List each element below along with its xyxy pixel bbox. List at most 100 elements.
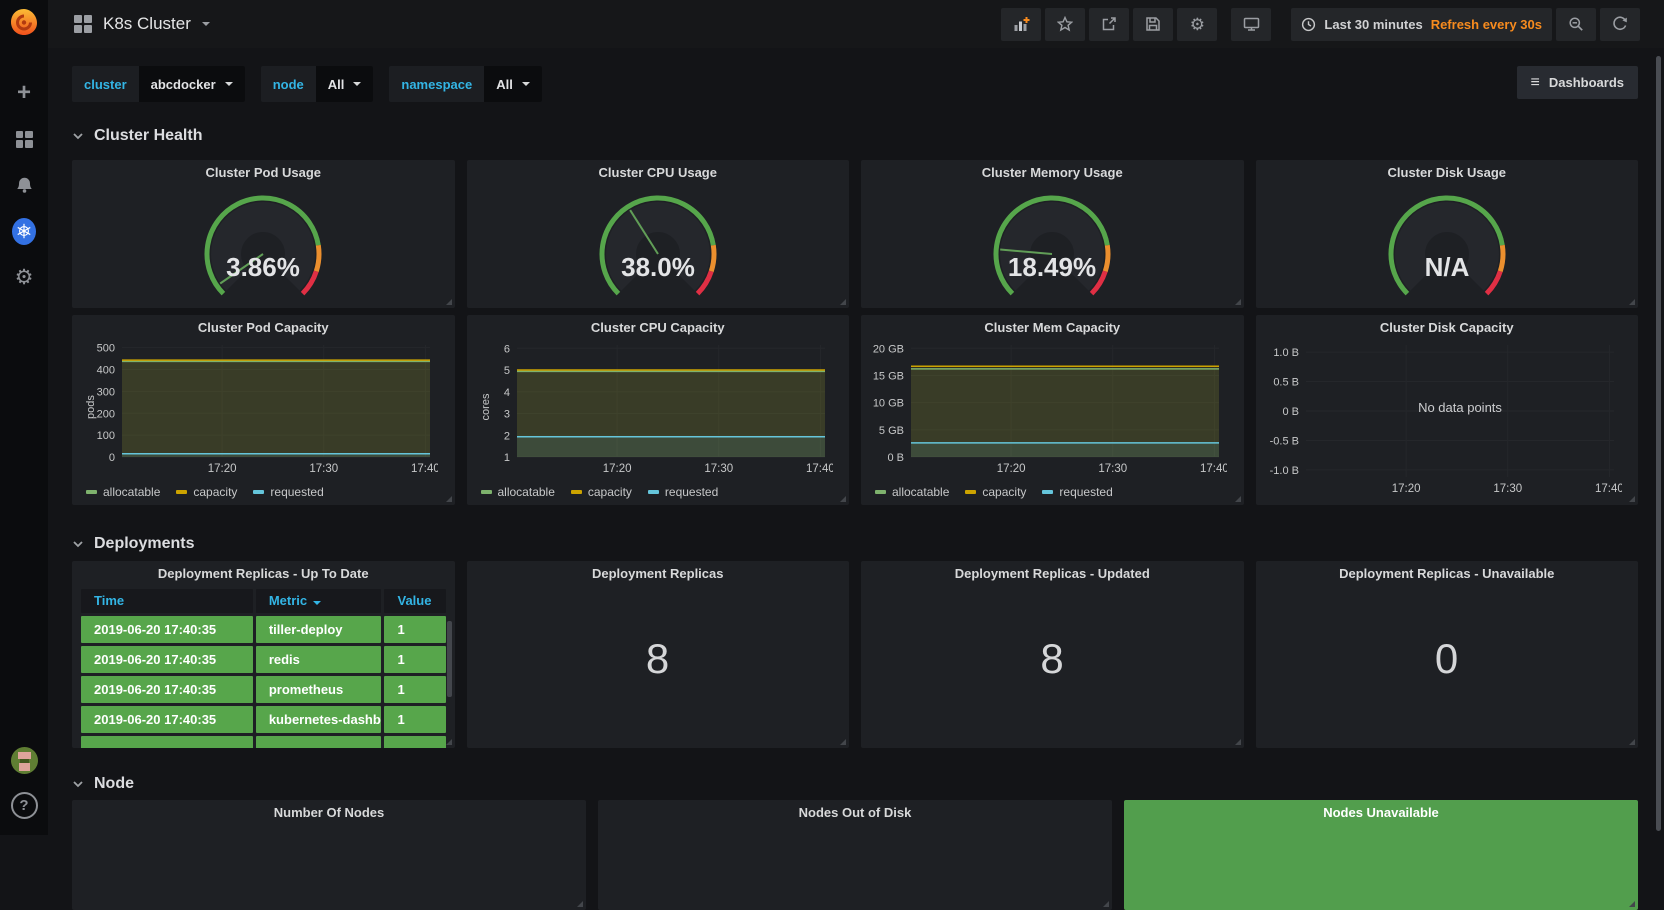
panel-title[interactable]: Nodes Out of Disk	[598, 800, 1112, 824]
dashboard-settings-button[interactable]: ⚙	[1177, 7, 1218, 41]
panel-nodes-out-of-disk: Nodes Out of Disk	[598, 800, 1112, 910]
svg-text:2: 2	[503, 430, 509, 442]
panel-title[interactable]: Deployment Replicas	[467, 561, 850, 585]
svg-text:1.0 B: 1.0 B	[1273, 347, 1299, 359]
dashboards-grid-icon[interactable]	[12, 127, 36, 151]
legend-item[interactable]: allocatable	[86, 485, 160, 499]
table-cell	[384, 736, 446, 748]
zoom-out-icon	[1569, 17, 1583, 31]
variable-namespace-value[interactable]: All	[484, 66, 542, 102]
share-button[interactable]	[1089, 7, 1130, 41]
panel-title[interactable]: Cluster CPU Usage	[467, 160, 850, 184]
panel-title[interactable]: Cluster CPU Capacity	[467, 315, 850, 339]
legend-item[interactable]: requested	[253, 485, 324, 499]
panel-cluster-cpu-usage: Cluster CPU Usage 38.0%	[466, 160, 850, 308]
svg-text:17:40: 17:40	[411, 463, 438, 475]
save-button[interactable]	[1133, 7, 1174, 41]
chevron-down-icon	[73, 541, 83, 548]
svg-text:N/A: N/A	[1424, 252, 1469, 282]
variable-cluster-label: cluster	[84, 76, 127, 92]
cycle-view-button[interactable]	[1231, 7, 1272, 41]
add-panel-icon	[1014, 16, 1030, 31]
svg-text:17:20: 17:20	[602, 463, 631, 475]
variable-node: node All	[260, 66, 374, 102]
legend-item[interactable]: capacity	[176, 485, 237, 499]
table-scrollbar[interactable]	[446, 621, 452, 697]
grafana-logo-icon[interactable]	[8, 7, 40, 39]
table-cell: 2019-06-20 17:40:35	[81, 646, 253, 673]
node-row: Number Of Nodes Nodes Out of Disk Nodes …	[72, 800, 1638, 910]
table-row: 2019-06-20 17:40:35 tiller-deploy 1	[81, 616, 446, 643]
refresh-icon	[1613, 16, 1627, 31]
table-cell: 1	[384, 616, 446, 643]
section-node[interactable]: Node	[72, 775, 134, 793]
zoom-out-button[interactable]	[1556, 7, 1596, 41]
panel-title[interactable]: Number Of Nodes	[72, 800, 586, 824]
column-header-metric[interactable]: Metric	[255, 589, 382, 613]
section-cluster-health[interactable]: Cluster Health	[72, 127, 202, 145]
table-cell: 1	[384, 706, 446, 733]
svg-text:17:30: 17:30	[1493, 483, 1522, 495]
gauge-row: Cluster Pod Usage 3.86% Cluster CPU Usag…	[72, 160, 1638, 308]
section-deployments[interactable]: Deployments	[72, 535, 194, 553]
column-header-value[interactable]: Value	[384, 589, 446, 613]
panel-title[interactable]: Cluster Pod Usage	[72, 160, 455, 184]
variable-cluster-value[interactable]: abcdocker	[138, 66, 245, 102]
panel-title[interactable]: Deployment Replicas - Unavailable	[1256, 561, 1639, 585]
legend-item[interactable]: capacity	[570, 485, 632, 499]
panel-deployment-replicas: Deployment Replicas 8	[466, 561, 850, 748]
dashboard-title[interactable]: K8s Cluster	[103, 14, 191, 34]
chevron-down-icon	[353, 82, 362, 86]
help-icon[interactable]: ?	[10, 792, 38, 819]
title-caret-icon[interactable]	[201, 22, 210, 26]
table-cell: 2019-06-20 17:40:35	[81, 616, 253, 643]
panel-title[interactable]: Deployment Replicas - Up To Date	[72, 561, 455, 585]
user-avatar[interactable]	[10, 747, 38, 774]
refresh-button[interactable]	[1600, 7, 1640, 41]
svg-text:-1.0 B: -1.0 B	[1269, 465, 1298, 477]
svg-text:17:30: 17:30	[309, 463, 338, 475]
kubernetes-plugin-icon[interactable]	[12, 217, 36, 245]
column-header-time[interactable]: Time	[81, 589, 253, 613]
variables-row: cluster abcdocker node All namespace All…	[72, 66, 1638, 102]
add-panel-button[interactable]	[1001, 7, 1042, 41]
panel-title[interactable]: Cluster Memory Usage	[861, 160, 1244, 184]
legend-item[interactable]: requested	[1042, 485, 1113, 499]
svg-text:38.0%: 38.0%	[621, 252, 695, 282]
sidebar: + ⚙ ?	[0, 0, 48, 835]
panel-title[interactable]: Cluster Disk Capacity	[1256, 315, 1639, 339]
panel-title[interactable]: Cluster Disk Usage	[1256, 160, 1639, 184]
top-navbar: K8s Cluster ⚙ Last 30 minutes Refresh ev…	[48, 0, 1664, 48]
svg-text:17:20: 17:20	[208, 463, 237, 475]
panel-title[interactable]: Nodes Unavailable	[1124, 800, 1638, 824]
legend-item[interactable]: allocatable	[875, 485, 949, 499]
panel-title[interactable]: Cluster Pod Capacity	[72, 315, 455, 339]
variable-node-value[interactable]: All	[315, 66, 374, 102]
svg-text:-0.5 B: -0.5 B	[1269, 435, 1298, 447]
legend-item[interactable]: requested	[647, 485, 718, 499]
legend-item[interactable]: capacity	[965, 485, 1026, 499]
page-scrollbar-thumb[interactable]	[1656, 56, 1661, 831]
svg-text:400: 400	[97, 365, 115, 377]
stat-value: 8	[645, 635, 670, 682]
svg-text:17:30: 17:30	[704, 463, 733, 475]
panel-nodes-unavailable: Nodes Unavailable	[1124, 800, 1638, 910]
svg-text:10 GB: 10 GB	[873, 398, 904, 410]
deployments-row: Deployment Replicas - Up To Date Time Met…	[72, 561, 1638, 748]
panel-title[interactable]: Deployment Replicas - Updated	[861, 561, 1244, 585]
configuration-gear-icon[interactable]: ⚙	[12, 265, 36, 289]
dashboards-button[interactable]: ≡ Dashboards	[1516, 66, 1638, 99]
timeseries-chart: 0 100 200 300 400 500 17:20 17:30 17:40	[72, 339, 455, 482]
dashboard-grid-icon[interactable]	[74, 15, 92, 33]
star-button[interactable]	[1045, 7, 1086, 41]
panel-title[interactable]: Cluster Mem Capacity	[861, 315, 1244, 339]
svg-text:0: 0	[109, 452, 115, 464]
time-range-picker[interactable]: Last 30 minutes Refresh every 30s	[1291, 7, 1552, 41]
alerting-bell-icon[interactable]	[12, 173, 36, 197]
legend-item[interactable]: allocatable	[480, 485, 555, 499]
create-plus-icon[interactable]: +	[12, 81, 36, 105]
panel-deployment-replicas-table: Deployment Replicas - Up To Date Time Met…	[72, 561, 455, 748]
y-axis-label: pods	[85, 395, 97, 419]
gauge-chart: 18.49%	[861, 184, 1244, 306]
chart-legend: allocatable capacity requested	[467, 482, 850, 502]
